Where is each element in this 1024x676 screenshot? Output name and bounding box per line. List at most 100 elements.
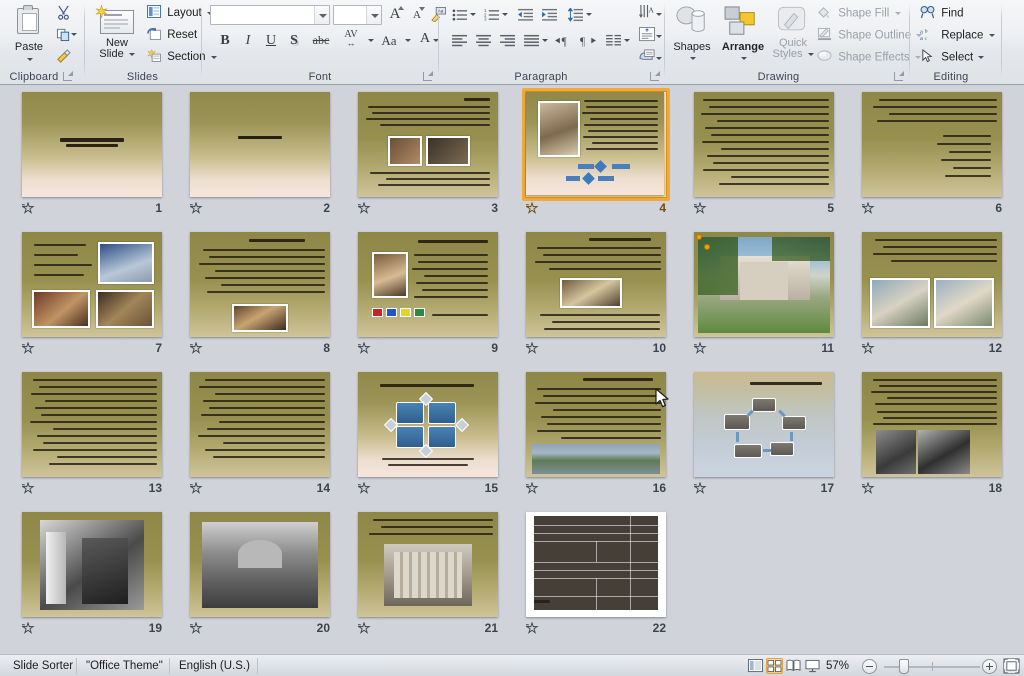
font-size-dropdown[interactable] xyxy=(366,6,381,24)
font-name-dropdown[interactable] xyxy=(314,6,329,24)
slide-thumbnail-15[interactable]: 15 xyxy=(354,368,502,497)
columns-caret[interactable] xyxy=(621,30,631,51)
font-size-combo[interactable] xyxy=(333,5,382,25)
status-theme-name[interactable]: "Office Theme" xyxy=(77,655,172,676)
slide-thumbnail-6[interactable]: 6 xyxy=(858,88,1006,217)
increase-indent-button[interactable] xyxy=(539,4,561,25)
slide-thumbnail-18[interactable]: 18 xyxy=(858,368,1006,497)
slide-thumbnail-22[interactable]: 22 xyxy=(522,508,670,637)
slide-thumbnail-1[interactable]: 1 xyxy=(18,88,166,217)
animation-indicator-icon[interactable] xyxy=(357,201,371,214)
rtl-direction-button[interactable]: ¶ xyxy=(577,30,599,51)
shapes-dropdown-caret[interactable] xyxy=(690,56,696,60)
animation-indicator-icon[interactable] xyxy=(861,341,875,354)
copy-dropdown-caret[interactable] xyxy=(68,24,78,45)
slide-thumbnail-3[interactable]: 3 xyxy=(354,88,502,217)
slide-thumbnail-16[interactable]: 16 xyxy=(522,368,670,497)
shapes-button[interactable]: Shapes xyxy=(669,6,715,64)
status-view-name[interactable]: Slide Sorter xyxy=(4,655,82,676)
slide-thumbnail-14[interactable]: 14 xyxy=(186,368,334,497)
slide-thumbnail-19[interactable]: 19 xyxy=(18,508,166,637)
slide-thumbnail-11[interactable]: 11 xyxy=(690,228,838,357)
slide-thumbnail-13[interactable]: 13 xyxy=(18,368,166,497)
align-left-button[interactable] xyxy=(449,30,471,51)
animation-indicator-icon[interactable] xyxy=(525,481,539,494)
line-spacing-caret[interactable] xyxy=(583,4,593,25)
animation-indicator-icon[interactable] xyxy=(357,621,371,634)
animation-indicator-icon[interactable] xyxy=(525,621,539,634)
clipboard-dialog-launcher[interactable] xyxy=(62,71,73,82)
animation-indicator-icon[interactable] xyxy=(861,201,875,214)
slide-thumbnail-21[interactable]: 21 xyxy=(354,508,502,637)
grow-font-button[interactable]: A xyxy=(384,4,406,25)
align-text-caret[interactable] xyxy=(653,26,663,47)
format-painter-button[interactable] xyxy=(52,46,74,67)
slide-thumbnail-12[interactable]: 12 xyxy=(858,228,1006,357)
justify-caret[interactable] xyxy=(539,30,549,51)
arrange-dropdown-caret[interactable] xyxy=(741,56,747,60)
zoom-out-button[interactable] xyxy=(862,659,877,674)
reset-button[interactable]: Reset xyxy=(147,27,197,43)
animation-indicator-icon[interactable] xyxy=(525,341,539,354)
shape-fill-button[interactable]: Shape Fill xyxy=(817,5,901,22)
font-name-combo[interactable] xyxy=(210,5,330,25)
view-button-normal[interactable] xyxy=(747,658,764,674)
numbering-caret[interactable] xyxy=(499,4,509,25)
animation-indicator-icon[interactable] xyxy=(189,481,203,494)
decrease-indent-button[interactable] xyxy=(515,4,537,25)
quick-styles-button[interactable]: Quick Styles xyxy=(771,6,815,60)
drawing-dialog-launcher[interactable] xyxy=(893,71,904,82)
animation-indicator-icon[interactable] xyxy=(189,341,203,354)
slide-thumbnail-20[interactable]: 20 xyxy=(186,508,334,637)
animation-indicator-icon[interactable] xyxy=(21,341,35,354)
character-spacing-button[interactable]: AV ↔ xyxy=(336,28,366,49)
slide-thumbnail-2[interactable]: 2 xyxy=(186,88,334,217)
animation-indicator-icon[interactable] xyxy=(21,201,35,214)
bullets-caret[interactable] xyxy=(467,4,477,25)
slide-thumbnail-5[interactable]: 5 xyxy=(690,88,838,217)
align-right-button[interactable] xyxy=(497,30,519,51)
text-direction-caret[interactable] xyxy=(653,4,663,25)
animation-indicator-icon[interactable] xyxy=(21,481,35,494)
shape-effects-button[interactable]: Shape Effects xyxy=(817,49,921,66)
replace-dropdown-caret[interactable] xyxy=(988,34,995,37)
align-center-button[interactable] xyxy=(473,30,495,51)
find-button[interactable]: Find xyxy=(920,5,964,22)
replace-button[interactable]: a b a c Replace xyxy=(920,27,995,44)
view-button-slide-sorter[interactable] xyxy=(766,658,783,674)
slide-thumbnail-17[interactable]: 17 xyxy=(690,368,838,497)
status-language[interactable]: English (U.S.) xyxy=(170,655,259,676)
change-case-caret[interactable] xyxy=(402,30,412,51)
underline-button[interactable]: U xyxy=(260,30,282,51)
shape-fill-caret[interactable] xyxy=(894,12,901,15)
cut-button[interactable] xyxy=(52,2,74,23)
zoom-in-button[interactable] xyxy=(982,659,997,674)
view-button-slide-show[interactable] xyxy=(804,658,821,674)
animation-indicator-icon[interactable] xyxy=(189,621,203,634)
ltr-direction-button[interactable]: ¶ xyxy=(553,30,575,51)
slide-sorter-pane[interactable]: 1 2 3 4 5 6 7 8 9 10 11 12 13 14 15 16 1… xyxy=(0,85,1024,654)
change-case-button[interactable]: Aa xyxy=(374,30,404,51)
select-dropdown-caret[interactable] xyxy=(978,56,985,59)
animation-indicator-icon[interactable] xyxy=(693,481,707,494)
fit-to-window-button[interactable] xyxy=(1003,658,1020,674)
text-shadow-button[interactable]: S xyxy=(283,30,305,51)
shape-outline-button[interactable]: Shape Outline xyxy=(817,27,923,44)
slide-thumbnail-10[interactable]: 10 xyxy=(522,228,670,357)
zoom-slider-handle[interactable] xyxy=(899,659,909,674)
animation-indicator-icon[interactable] xyxy=(357,481,371,494)
animation-indicator-icon[interactable] xyxy=(693,201,707,214)
bold-button[interactable]: B xyxy=(214,30,236,51)
new-slide-button[interactable]: New Slide xyxy=(91,4,143,60)
animation-indicator-icon[interactable] xyxy=(525,201,539,214)
zoom-level-label[interactable]: 57% xyxy=(826,655,849,676)
new-slide-dropdown-caret[interactable] xyxy=(128,52,135,56)
animation-indicator-icon[interactable] xyxy=(357,341,371,354)
italic-button[interactable]: I xyxy=(237,30,259,51)
shrink-font-button[interactable]: A xyxy=(406,4,428,25)
animation-indicator-icon[interactable] xyxy=(189,201,203,214)
convert-to-smartart-caret[interactable] xyxy=(653,48,663,69)
quick-styles-dropdown-caret[interactable] xyxy=(807,52,814,56)
slide-thumbnail-4[interactable]: 4 xyxy=(522,88,670,217)
paste-button[interactable]: Paste xyxy=(6,4,52,64)
